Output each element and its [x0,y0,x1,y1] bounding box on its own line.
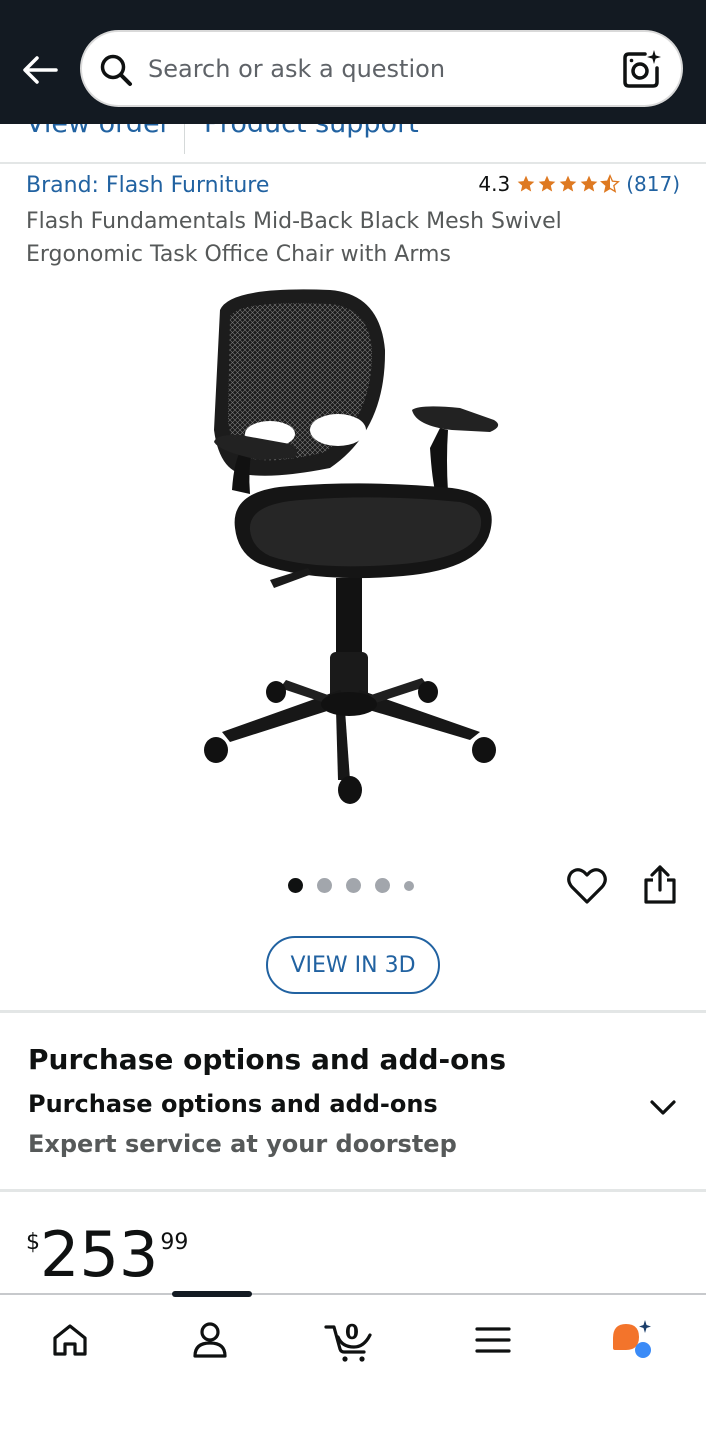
price-whole: 253 [40,1218,159,1291]
product-image-office-chair[interactable] [190,280,520,820]
star-icon [517,175,535,192]
back-button[interactable] [16,46,64,94]
purchase-options-subheading[interactable]: Purchase options and add-ons [28,1090,438,1118]
carousel-dot[interactable] [346,878,361,893]
product-support-link[interactable]: Product support [204,124,419,139]
camera-lens-icon[interactable] [621,48,663,90]
carousel-dot[interactable] [288,878,303,893]
bottom-navigation-bar: 0 [0,1291,706,1440]
half-star-icon [600,174,621,193]
view-in-3d-button[interactable]: VIEW IN 3D [266,936,440,994]
star-icon [538,175,556,192]
menu-icon [475,1327,511,1353]
chevron-down-icon[interactable] [648,1094,678,1120]
rating-value: 4.3 [478,172,511,196]
nav-cart[interactable]: 0 [318,1315,382,1365]
account-icon [193,1322,227,1358]
top-header [0,0,706,124]
rating-stars [516,174,621,194]
purchase-options-heading: Purchase options and add-ons [28,1043,506,1076]
nav-assistant[interactable] [598,1315,668,1365]
product-price: $ 253 99 [26,1222,188,1288]
back-arrow-icon [23,56,58,84]
price-currency-symbol: $ [26,1230,40,1255]
carousel-dot[interactable] [404,880,414,891]
carousel-dot[interactable] [317,878,332,893]
star-icon [580,175,598,192]
nav-home[interactable] [35,1315,105,1365]
star-icon [559,175,577,192]
share-icon[interactable] [640,864,680,906]
home-icon [53,1324,87,1356]
brand-link[interactable]: Brand: Flash Furniture [26,173,269,198]
section-divider [0,1010,706,1013]
cart-icon: 0 [324,1320,372,1362]
product-rating[interactable]: 4.3 (817) [478,172,680,196]
price-fraction: 99 [160,1230,189,1255]
active-tab-indicator [172,1291,252,1297]
view-order-link[interactable]: View order [26,124,171,139]
order-links-row: View order Product support [0,124,706,164]
search-bar[interactable] [80,30,683,107]
cart-count: 0 [345,1320,359,1344]
carousel-dot[interactable] [375,878,390,893]
purchase-options-caption: Expert service at your doorstep [28,1130,457,1158]
product-title: Flash Fundamentals Mid-Back Black Mesh S… [26,209,562,267]
search-input[interactable] [148,46,598,92]
section-divider [0,1189,706,1192]
rufus-assistant-icon [613,1320,651,1358]
links-divider [184,124,185,154]
image-carousel-dots[interactable] [288,878,414,893]
rating-count-link[interactable]: (817) [626,172,680,196]
search-icon [100,54,132,86]
heart-icon[interactable] [566,866,608,906]
nav-account[interactable] [175,1315,245,1365]
nav-menu[interactable] [458,1315,528,1365]
